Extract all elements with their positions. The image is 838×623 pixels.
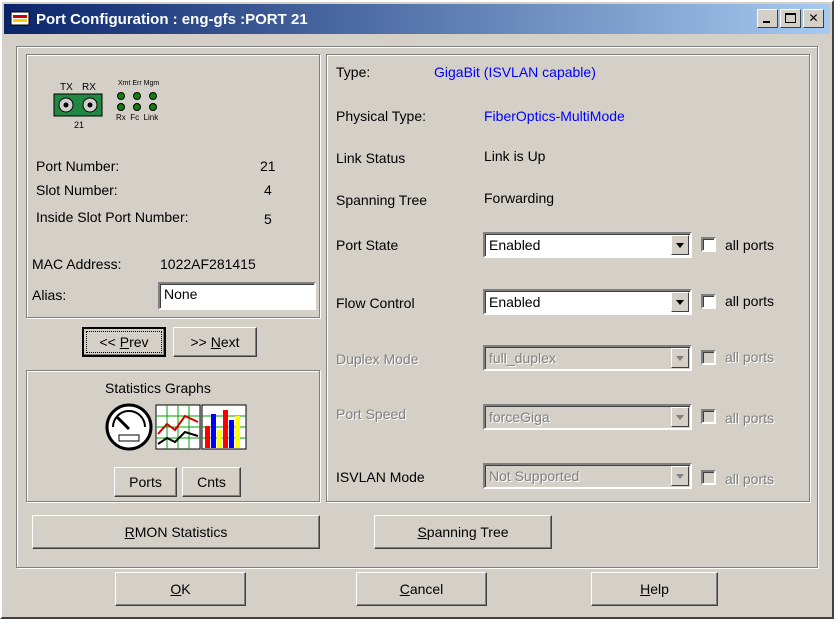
- link-status-value: Link is Up: [484, 148, 546, 164]
- flow-control-all-ports-checkbox[interactable]: [701, 294, 716, 309]
- alias-label: Alias:: [32, 287, 67, 303]
- port-speed-select: forceGiga: [483, 404, 692, 430]
- cnts-button-label: Cnts: [197, 474, 226, 490]
- close-button[interactable]: ✕: [803, 9, 824, 28]
- help-button-label: Help: [640, 581, 669, 597]
- port-speed-value: forceGiga: [489, 409, 550, 425]
- speed-all-ports-label: all ports: [725, 410, 775, 426]
- chevron-down-icon[interactable]: [671, 235, 689, 255]
- port-state-all-ports-checkbox[interactable]: [701, 237, 716, 252]
- next-button-label: >> Next: [190, 334, 240, 350]
- cancel-button-label: Cancel: [399, 581, 444, 597]
- slot-number-value: 4: [264, 182, 272, 198]
- led-bottom-labels: Rx Fc Link: [116, 113, 159, 122]
- title-bar[interactable]: Port Configuration : eng-gfs :PORT 21 ✕: [4, 4, 830, 34]
- close-icon: ✕: [808, 11, 819, 25]
- mac-value: 1022AF281415: [160, 256, 256, 272]
- ok-button-label: OK: [170, 581, 191, 597]
- spanning-tree-label: Spanning Tree: [336, 192, 428, 208]
- alias-input-value: None: [164, 286, 198, 302]
- spanning-tree-button-label: Spanning Tree: [417, 524, 509, 540]
- minimize-button[interactable]: [757, 9, 778, 28]
- spanning-tree-button[interactable]: Spanning Tree: [374, 515, 552, 549]
- slot-number-label: Slot Number:: [36, 182, 118, 198]
- line-graph-icon[interactable]: [155, 404, 201, 450]
- help-button[interactable]: Help: [591, 572, 718, 606]
- duplex-all-ports-checkbox: [701, 350, 716, 365]
- link-status-label: Link Status: [336, 150, 406, 166]
- chevron-down-icon[interactable]: [671, 292, 689, 312]
- port-state-all-ports-label: all ports: [725, 237, 775, 253]
- inside-slot-label: Inside Slot Port Number:: [36, 209, 189, 225]
- statistics-title: Statistics Graphs: [105, 380, 211, 396]
- duplex-all-ports-label: all ports: [725, 349, 775, 365]
- chevron-down-icon: [671, 348, 689, 368]
- port-led-icon: TX RX Xmt Err Mgm Rx Fc Link 21: [52, 80, 182, 134]
- isvlan-all-ports-checkbox: [701, 470, 716, 485]
- port-speed-label: Port Speed: [336, 406, 407, 422]
- spanning-tree-value: Forwarding: [484, 190, 555, 206]
- mac-label: MAC Address:: [32, 256, 122, 272]
- rmon-statistics-button[interactable]: RMON Statistics: [32, 515, 320, 549]
- alias-input[interactable]: None: [158, 282, 316, 310]
- isvlan-mode-label: ISVLAN Mode: [336, 469, 425, 485]
- speed-all-ports-checkbox: [701, 409, 716, 424]
- flow-control-all-ports-label: all ports: [725, 293, 775, 309]
- inside-slot-value: 5: [264, 211, 272, 227]
- minimize-icon: [763, 21, 770, 23]
- speedometer-icon[interactable]: [105, 403, 153, 451]
- flow-control-label: Flow Control: [336, 295, 415, 311]
- physical-type-value: FiberOptics-MultiMode: [484, 108, 625, 124]
- port-state-select[interactable]: Enabled: [483, 232, 692, 258]
- ports-button-label: Ports: [129, 474, 162, 490]
- port-state-label: Port State: [336, 237, 399, 253]
- app-icon: [10, 10, 30, 28]
- cancel-button[interactable]: Cancel: [356, 572, 487, 606]
- maximize-button[interactable]: [780, 9, 801, 28]
- port-config-window: Port Configuration : eng-gfs :PORT 21 ✕ …: [0, 0, 834, 619]
- port-number-value: 21: [260, 158, 276, 174]
- duplex-mode-label: Duplex Mode: [336, 351, 419, 367]
- type-label: Type:: [336, 64, 371, 80]
- ports-button[interactable]: Ports: [114, 467, 177, 497]
- isvlan-mode-value: Not Supported: [489, 468, 580, 484]
- duplex-mode-select: full_duplex: [483, 345, 692, 371]
- port-state-value: Enabled: [489, 237, 541, 253]
- bar-graph-icon[interactable]: [201, 404, 247, 450]
- flow-control-value: Enabled: [489, 294, 541, 310]
- isvlan-mode-select: Not Supported: [483, 463, 692, 489]
- ok-button[interactable]: OK: [115, 572, 246, 606]
- isvlan-all-ports-label: all ports: [725, 471, 775, 487]
- next-button[interactable]: >> Next: [173, 327, 257, 357]
- chevron-down-icon: [671, 407, 689, 427]
- flow-control-select[interactable]: Enabled: [483, 289, 692, 315]
- connector-port-number: 21: [74, 120, 85, 130]
- cnts-button[interactable]: Cnts: [182, 467, 241, 497]
- chevron-down-icon: [671, 466, 689, 486]
- rmon-statistics-label: RMON Statistics: [124, 524, 228, 540]
- maximize-icon: [785, 13, 796, 23]
- duplex-mode-value: full_duplex: [489, 350, 556, 366]
- type-value: GigaBit (ISVLAN capable): [434, 64, 596, 80]
- prev-button-label: << Prev: [99, 334, 149, 350]
- connector-icon: [53, 92, 157, 117]
- physical-type-label: Physical Type:: [336, 108, 427, 124]
- port-number-label: Port Number:: [36, 158, 120, 174]
- window-title: Port Configuration : eng-gfs :PORT 21: [36, 10, 308, 28]
- prev-button[interactable]: << Prev: [82, 327, 166, 357]
